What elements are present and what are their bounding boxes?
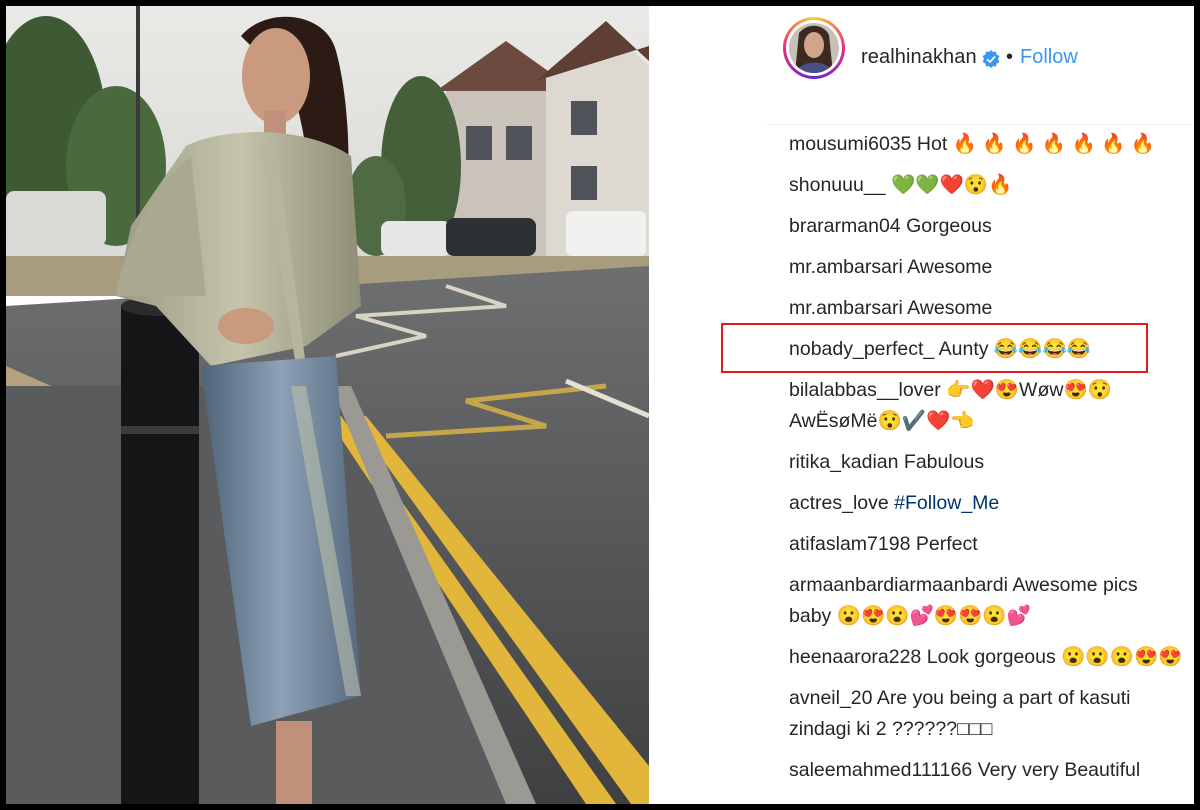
comment-item: atifaslam7198 Perfect [789,524,1184,565]
verified-badge-icon [982,50,1000,68]
comment-username[interactable]: mousumi6035 [789,133,911,155]
comment-item: shonuuu__ 💚💚❤️😯🔥 [789,165,1184,206]
comment-text: Perfect [915,533,978,555]
comment-item: mousumi6035 Hot 🔥 🔥 🔥 🔥 🔥 🔥 🔥 [789,124,1184,165]
comment-text: 💚💚❤️😯🔥 [890,174,1013,196]
comment-username[interactable]: saleemahmed111166 [789,759,972,781]
comment-text: Awesome [907,256,993,278]
follow-button[interactable]: Follow [1020,46,1078,69]
comment-username[interactable]: atifaslam7198 [789,533,910,555]
comment-text: Fabulous [903,451,985,473]
avatar-portrait [789,23,839,73]
screenshot-frame: realhinakhan • Follow mousumi6035 Hot 🔥 … [6,6,1194,804]
highlight-box [721,323,1148,373]
comment-text: Awesome [907,297,993,319]
comment-item: armaanbardiarmaanbardi Awesome pics baby… [789,565,1184,637]
comment-text: Look gorgeous 😮😮😮😍😍 [926,646,1183,668]
comment-username[interactable]: armaanbardiarmaanbardi [789,574,1008,596]
comment-username[interactable]: mr.ambarsari [789,256,903,278]
comment-text: Hot 🔥 🔥 🔥 🔥 🔥 🔥 🔥 [916,133,1156,155]
comment-hashtag-link[interactable]: #Follow_Me [894,492,999,514]
comment-username[interactable]: actres_love [789,492,889,514]
comment-item: actres_love #Follow_Me [789,483,1184,524]
comment-text: Gorgeous [906,215,992,237]
post-username[interactable]: realhinakhan [861,46,977,69]
comment-username[interactable]: shonuuu__ [789,174,886,196]
comment-item: avneil_20 Are you being a part of kasuti… [789,678,1184,750]
comment-username[interactable]: brararman04 [789,215,901,237]
separator-dot: • [1006,46,1014,68]
comment-text: Very very Beautiful [977,759,1141,781]
comment-item: saleemahmed111166 Very very Beautiful [789,750,1184,791]
avatar[interactable] [783,17,845,79]
comment-item: mr.ambarsari Awesome [789,247,1184,288]
comment-username[interactable]: ritika_kadian [789,451,898,473]
comment-username[interactable]: avneil_20 [789,687,872,709]
comment-username[interactable]: bilalabbas__lover [789,379,941,401]
comment-item: brararman04 Gorgeous [789,206,1184,247]
comment-username[interactable]: mr.ambarsari [789,297,903,319]
comment-item: ritika_kadian Fabulous [789,442,1184,483]
street-photo [6,6,649,804]
comment-item: heenaarora228 Look gorgeous 😮😮😮😍😍 [789,637,1184,678]
comment-list: mousumi6035 Hot 🔥 🔥 🔥 🔥 🔥 🔥 🔥 shonuuu__ … [789,124,1184,791]
comment-item: bilalabbas__lover 👉❤️😍Wøw😍😯 AwËsøMë😯✔️❤️… [789,370,1184,442]
avatar-image [789,23,839,73]
post-panel: realhinakhan • Follow mousumi6035 Hot 🔥 … [649,6,1194,804]
post-photo [6,6,649,804]
post-header: realhinakhan • Follow [649,6,1194,125]
comment-username[interactable]: heenaarora228 [789,646,921,668]
